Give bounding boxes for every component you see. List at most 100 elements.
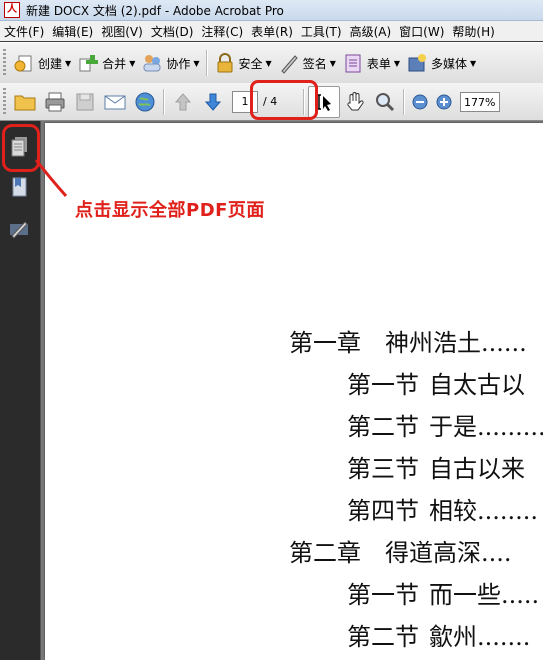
toolbar-separator — [403, 88, 405, 115]
toc-number: 第一章 — [289, 329, 361, 357]
menu-view[interactable]: 视图(V) — [97, 23, 147, 40]
dropdown-arrow-icon: ▼ — [129, 58, 136, 68]
toc-number: 第一节 — [347, 371, 419, 399]
dropdown-arrow-icon: ▼ — [393, 58, 401, 68]
collaborate-button[interactable]: 协作 ▼ — [138, 48, 202, 78]
toc-chapter-1: 第一章 神州浩土...... — [289, 323, 527, 358]
title-bar: 人 新建 DOCX 文档 (2).pdf - Adobe Acrobat Pro — [0, 0, 543, 21]
print-button[interactable] — [40, 87, 70, 117]
email-button[interactable] — [100, 87, 130, 117]
menu-comments[interactable]: 注释(C) — [197, 23, 247, 40]
toc-section: 第一节 自太古以 — [347, 365, 525, 400]
pages-icon — [11, 137, 27, 157]
create-button[interactable]: 创建 ▼ — [10, 48, 74, 78]
toc-title: 自古以来 — [429, 455, 525, 483]
toc-title: 自太古以 — [429, 371, 525, 399]
navigation-toolbar: / 4 177% — [0, 83, 543, 121]
toc-title: 于是......... — [429, 413, 543, 441]
zoom-out-button[interactable] — [408, 87, 432, 117]
toc-chapter-2: 第二章 得道高深.... — [289, 533, 512, 568]
signature-pen-icon — [10, 221, 28, 239]
toolbar-grip[interactable] — [3, 49, 6, 77]
collaborate-label: 协作 — [166, 56, 191, 71]
annotation-callout: 点击显示全部PDF页面 — [75, 200, 265, 221]
web-button[interactable] — [130, 87, 160, 117]
dropdown-arrow-icon: ▼ — [329, 58, 336, 68]
menu-edit[interactable]: 编辑(E) — [48, 23, 97, 40]
task-toolbar: 创建 ▼ 合并 ▼ 协作 ▼ 安全 ▼ 签名 ▼ 表单 ▼ 多媒体 ▼ — [0, 42, 543, 84]
menu-tools[interactable]: 工具(T) — [297, 23, 346, 40]
pen-icon — [281, 55, 298, 74]
previous-page-button[interactable] — [168, 87, 198, 117]
menu-bar: 文件(F) 编辑(E) 视图(V) 文档(D) 注释(C) 表单(R) 工具(T… — [0, 21, 543, 41]
forms-label: 表单 — [366, 56, 391, 71]
toolbar-separator — [205, 50, 208, 76]
select-tool-button[interactable] — [308, 85, 340, 118]
dropdown-arrow-icon: ▼ — [265, 58, 272, 68]
save-button[interactable] — [70, 87, 100, 117]
zoom-out-icon — [412, 94, 428, 109]
forms-button[interactable]: 表单 ▼ — [339, 48, 403, 78]
multimedia-button[interactable]: 多媒体 ▼ — [403, 48, 479, 78]
bookmarks-panel-button[interactable] — [5, 171, 33, 203]
menu-file[interactable]: 文件(F) — [0, 23, 48, 40]
lock-icon — [217, 53, 233, 73]
toolbar-separator — [163, 88, 165, 115]
signatures-panel-button[interactable] — [5, 213, 33, 245]
acrobat-icon: 人 — [4, 2, 20, 18]
sign-label: 签名 — [302, 56, 327, 71]
menu-window[interactable]: 窗口(W) — [395, 23, 448, 40]
globe-icon — [135, 92, 155, 111]
toc-title: 神州浩土...... — [385, 329, 527, 357]
toc-section: 第三节 自古以来 — [347, 449, 525, 484]
open-button[interactable] — [10, 87, 40, 117]
form-icon — [345, 54, 361, 73]
toc-section: 第二节 于是......... — [347, 407, 543, 442]
toolbar-grip[interactable] — [3, 87, 6, 116]
printer-icon — [45, 92, 65, 111]
create-pdf-icon — [14, 55, 32, 72]
page-number-input[interactable] — [232, 90, 258, 113]
combine-label: 合并 — [102, 56, 127, 71]
folder-icon — [14, 95, 36, 110]
toc-number: 第二节 — [347, 413, 419, 441]
toolbar-separator — [303, 88, 305, 115]
toc-number: 第一节 — [347, 581, 419, 609]
hand-tool-button[interactable] — [340, 87, 370, 117]
text-select-cursor-icon — [317, 93, 331, 111]
zoom-in-button[interactable] — [432, 87, 456, 117]
secure-button[interactable]: 安全 ▼ — [211, 48, 275, 78]
toc-title: 相较........ — [429, 497, 539, 525]
toc-number: 第二章 — [289, 539, 361, 567]
arrow-down-icon — [204, 93, 222, 111]
zoom-level-field[interactable]: 177% — [460, 91, 500, 112]
disk-icon — [76, 93, 94, 110]
secure-label: 安全 — [238, 56, 263, 71]
sign-button[interactable]: 签名 ▼ — [275, 48, 339, 78]
zoom-tool-button[interactable] — [370, 87, 400, 117]
multimedia-icon — [408, 54, 427, 72]
dropdown-arrow-icon: ▼ — [470, 58, 477, 68]
collaborate-icon — [143, 55, 161, 72]
arrow-up-icon — [174, 92, 192, 110]
menu-advanced[interactable]: 高级(A) — [346, 23, 396, 40]
pages-panel-button[interactable] — [5, 131, 33, 163]
window-title: 新建 DOCX 文档 (2).pdf - Adobe Acrobat Pro — [26, 3, 284, 18]
toc-section: 第四节 相较........ — [347, 491, 538, 526]
toc-title: 歙州....... — [429, 623, 531, 651]
next-page-button[interactable] — [198, 87, 228, 117]
toc-section: 第二节 歙州....... — [347, 617, 530, 652]
toc-title: 得道高深.... — [385, 539, 512, 567]
hand-icon — [347, 91, 364, 110]
combine-files-icon — [79, 55, 99, 72]
bookmark-icon — [12, 177, 27, 197]
menu-document[interactable]: 文档(D) — [147, 23, 198, 40]
zoom-in-icon — [436, 94, 452, 109]
page-navigator: / 4 — [232, 87, 296, 117]
page-total: / 4 — [263, 95, 278, 108]
toc-number: 第四节 — [347, 497, 419, 525]
menu-forms[interactable]: 表单(R) — [247, 23, 297, 40]
combine-button[interactable]: 合并 ▼ — [74, 48, 138, 78]
menu-help[interactable]: 帮助(H) — [448, 23, 498, 40]
dropdown-arrow-icon: ▼ — [65, 58, 72, 68]
